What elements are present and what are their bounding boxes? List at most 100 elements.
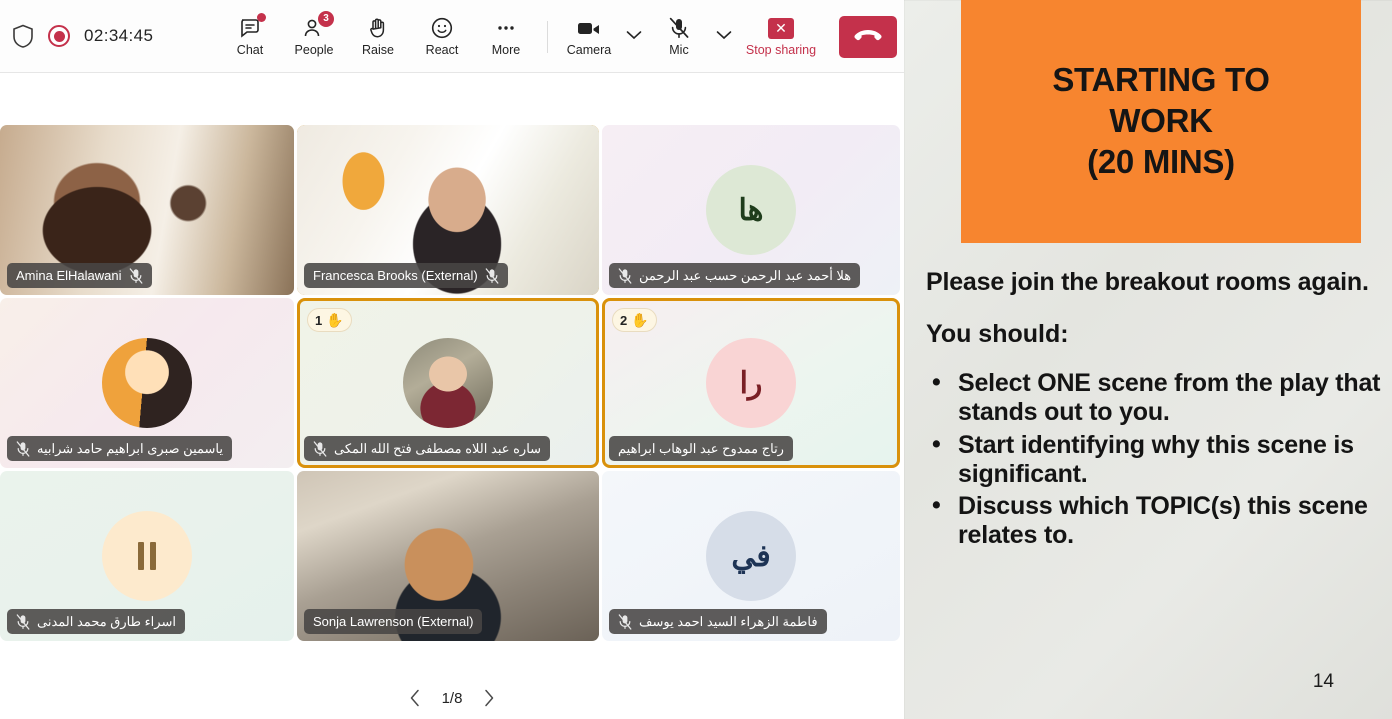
hangup-button[interactable] bbox=[839, 15, 897, 58]
camera-options-chevron[interactable] bbox=[621, 6, 647, 64]
slide-subheading: You should: bbox=[926, 319, 1069, 348]
raised-hand-badge: 2 ✋ bbox=[612, 308, 657, 332]
people-button[interactable]: 3 People bbox=[282, 7, 346, 67]
mic-button[interactable]: Mic bbox=[647, 7, 711, 67]
raise-hand-icon: ✋ bbox=[631, 311, 649, 328]
avatar: ها bbox=[706, 165, 796, 255]
banner-line-3: (20 MINS) bbox=[1087, 143, 1235, 181]
camera-button[interactable]: Camera bbox=[557, 7, 621, 67]
chat-icon bbox=[238, 13, 266, 40]
participant-nameplate: فاطمة الزهراء السيد احمد يوسف bbox=[609, 609, 827, 634]
participant-tile[interactable]: ياسمين صبرى ابراهيم حامد شرابيه bbox=[0, 298, 294, 468]
mic-muted-icon bbox=[618, 267, 632, 284]
chat-button[interactable]: Chat bbox=[218, 7, 282, 67]
react-button[interactable]: React bbox=[410, 7, 474, 67]
participant-name: اسراء طارق محمد المدنى bbox=[37, 613, 176, 629]
mic-button-label: Mic bbox=[669, 43, 689, 58]
participant-nameplate: رتاج ممدوح عبد الوهاب ابراهيم bbox=[609, 436, 793, 461]
chat-button-label: Chat bbox=[236, 43, 264, 58]
participant-tile[interactable]: في فاطمة الزهراء السيد احمد يوسف bbox=[602, 471, 900, 641]
participant-name: رتاج ممدوح عبد الوهاب ابراهيم bbox=[618, 440, 784, 456]
shield-icon bbox=[12, 24, 34, 48]
raise-hand-button[interactable]: Raise bbox=[346, 7, 410, 67]
slide-body: Please join the breakout rooms again. Yo… bbox=[926, 268, 1382, 554]
avatar: في bbox=[706, 511, 796, 601]
stop-share-x-icon: ✕ bbox=[768, 16, 794, 40]
chevron-right-icon bbox=[485, 689, 494, 707]
meeting-toolbar: 02:34:45 Chat 3 People Raise React More … bbox=[0, 0, 904, 73]
participant-name: فاطمة الزهراء السيد احمد يوسف bbox=[639, 613, 818, 629]
camera-icon bbox=[576, 16, 602, 40]
avatar-initials: في bbox=[731, 539, 771, 573]
participant-tile[interactable]: ها هلا أحمد عبد الرحمن حسب عبد الرحمن bbox=[602, 125, 900, 295]
more-ellipsis-icon bbox=[494, 16, 518, 40]
avatar-initials: ها bbox=[738, 193, 764, 227]
banner-line-2: WORK bbox=[1109, 101, 1213, 139]
raise-hand-icon: ✋ bbox=[326, 311, 344, 328]
mic-muted-icon bbox=[485, 267, 499, 284]
avatar-initials: را bbox=[739, 366, 763, 400]
avatar bbox=[102, 338, 192, 428]
mic-options-chevron[interactable] bbox=[711, 6, 737, 64]
slide-title-banner: STARTING TO WORK (20 MINS) bbox=[961, 0, 1361, 243]
more-button-label: More bbox=[491, 43, 521, 58]
mic-muted-icon bbox=[129, 267, 142, 284]
stop-sharing-button[interactable]: ✕ Stop sharing bbox=[737, 7, 825, 67]
participant-nameplate: ياسمين صبرى ابراهيم حامد شرابيه bbox=[7, 436, 232, 461]
more-button[interactable]: More bbox=[474, 7, 538, 67]
recording-indicator-icon bbox=[48, 25, 70, 47]
people-count-badge: 3 bbox=[318, 11, 334, 28]
slide-heading: Please join the breakout rooms again. bbox=[926, 268, 1369, 296]
raise-hand-button-label: Raise bbox=[362, 43, 394, 58]
participant-tile[interactable]: Francesca Brooks (External) bbox=[297, 125, 599, 295]
mic-muted-icon bbox=[313, 440, 327, 457]
banner-line-1: STARTING TO bbox=[1052, 60, 1270, 98]
participant-nameplate: هلا أحمد عبد الرحمن حسب عبد الرحمن bbox=[609, 263, 861, 288]
participant-tile[interactable]: 2 ✋ را رتاج ممدوح عبد الوهاب ابراهيم bbox=[602, 298, 900, 468]
video-grid-area: Amina ElHalawani Francesca Brooks (Exter… bbox=[0, 73, 904, 719]
raised-hand-badge: 1 ✋ bbox=[307, 308, 352, 332]
participant-nameplate: Sonja Lawrenson (External) bbox=[304, 609, 483, 634]
camera-button-label: Camera bbox=[566, 43, 612, 58]
participant-tile[interactable]: 1 ✋ ساره عبد اللاه مصطفى فتح الله المكى bbox=[297, 298, 599, 468]
people-button-label: People bbox=[294, 43, 334, 58]
previous-page-button[interactable] bbox=[402, 685, 428, 711]
participant-nameplate: ساره عبد اللاه مصطفى فتح الله المكى bbox=[304, 436, 551, 461]
mic-muted-icon bbox=[16, 613, 30, 630]
participant-name: Amina ElHalawani bbox=[16, 268, 122, 283]
slide-banner-text: STARTING TO WORK (20 MINS) bbox=[1052, 59, 1270, 183]
participant-name: ياسمين صبرى ابراهيم حامد شرابيه bbox=[37, 440, 223, 456]
raise-hand-icon bbox=[366, 16, 390, 40]
teams-meeting-window: 02:34:45 Chat 3 People Raise React More … bbox=[0, 0, 1392, 719]
avatar bbox=[403, 338, 493, 428]
next-page-button[interactable] bbox=[476, 685, 502, 711]
toolbar-divider-1 bbox=[547, 20, 548, 53]
toolbar-left-group: 02:34:45 bbox=[0, 24, 153, 48]
react-button-label: React bbox=[425, 43, 459, 58]
raised-hand-order: 1 bbox=[315, 312, 323, 328]
list-item: Start identifying why this scene is sign… bbox=[926, 430, 1382, 490]
meeting-pane: 02:34:45 Chat 3 People Raise React More … bbox=[0, 0, 904, 719]
mic-muted-icon bbox=[618, 613, 632, 630]
stop-sharing-label: Stop sharing bbox=[745, 43, 817, 58]
participant-tile[interactable]: Amina ElHalawani bbox=[0, 125, 294, 295]
mic-muted-icon bbox=[667, 16, 691, 40]
participant-nameplate: اسراء طارق محمد المدنى bbox=[7, 609, 185, 634]
participant-name: Sonja Lawrenson (External) bbox=[313, 614, 474, 629]
people-icon: 3 bbox=[302, 11, 334, 40]
participant-tile[interactable]: اسراء طارق محمد المدنى bbox=[0, 471, 294, 641]
chevron-left-icon bbox=[410, 689, 419, 707]
react-smiley-icon bbox=[430, 16, 454, 40]
toolbar-center-group: Chat 3 People Raise React More Camera Mi… bbox=[218, 0, 897, 73]
list-item: Discuss which TOPIC(s) this scene relate… bbox=[926, 491, 1382, 551]
participant-tile[interactable]: Sonja Lawrenson (External) bbox=[297, 471, 599, 641]
participant-nameplate: Francesca Brooks (External) bbox=[304, 263, 508, 288]
slide-bullet-list: Select ONE scene from the play that stan… bbox=[926, 368, 1382, 551]
participant-name: هلا أحمد عبد الرحمن حسب عبد الرحمن bbox=[639, 267, 852, 283]
call-timer: 02:34:45 bbox=[84, 26, 154, 45]
avatar: را bbox=[706, 338, 796, 428]
mic-muted-icon bbox=[16, 440, 30, 457]
slide-page-number: 14 bbox=[1312, 671, 1334, 692]
shared-screen-pane[interactable]: STARTING TO WORK (20 MINS) Please join t… bbox=[904, 0, 1392, 719]
hangup-phone-icon bbox=[853, 26, 883, 47]
